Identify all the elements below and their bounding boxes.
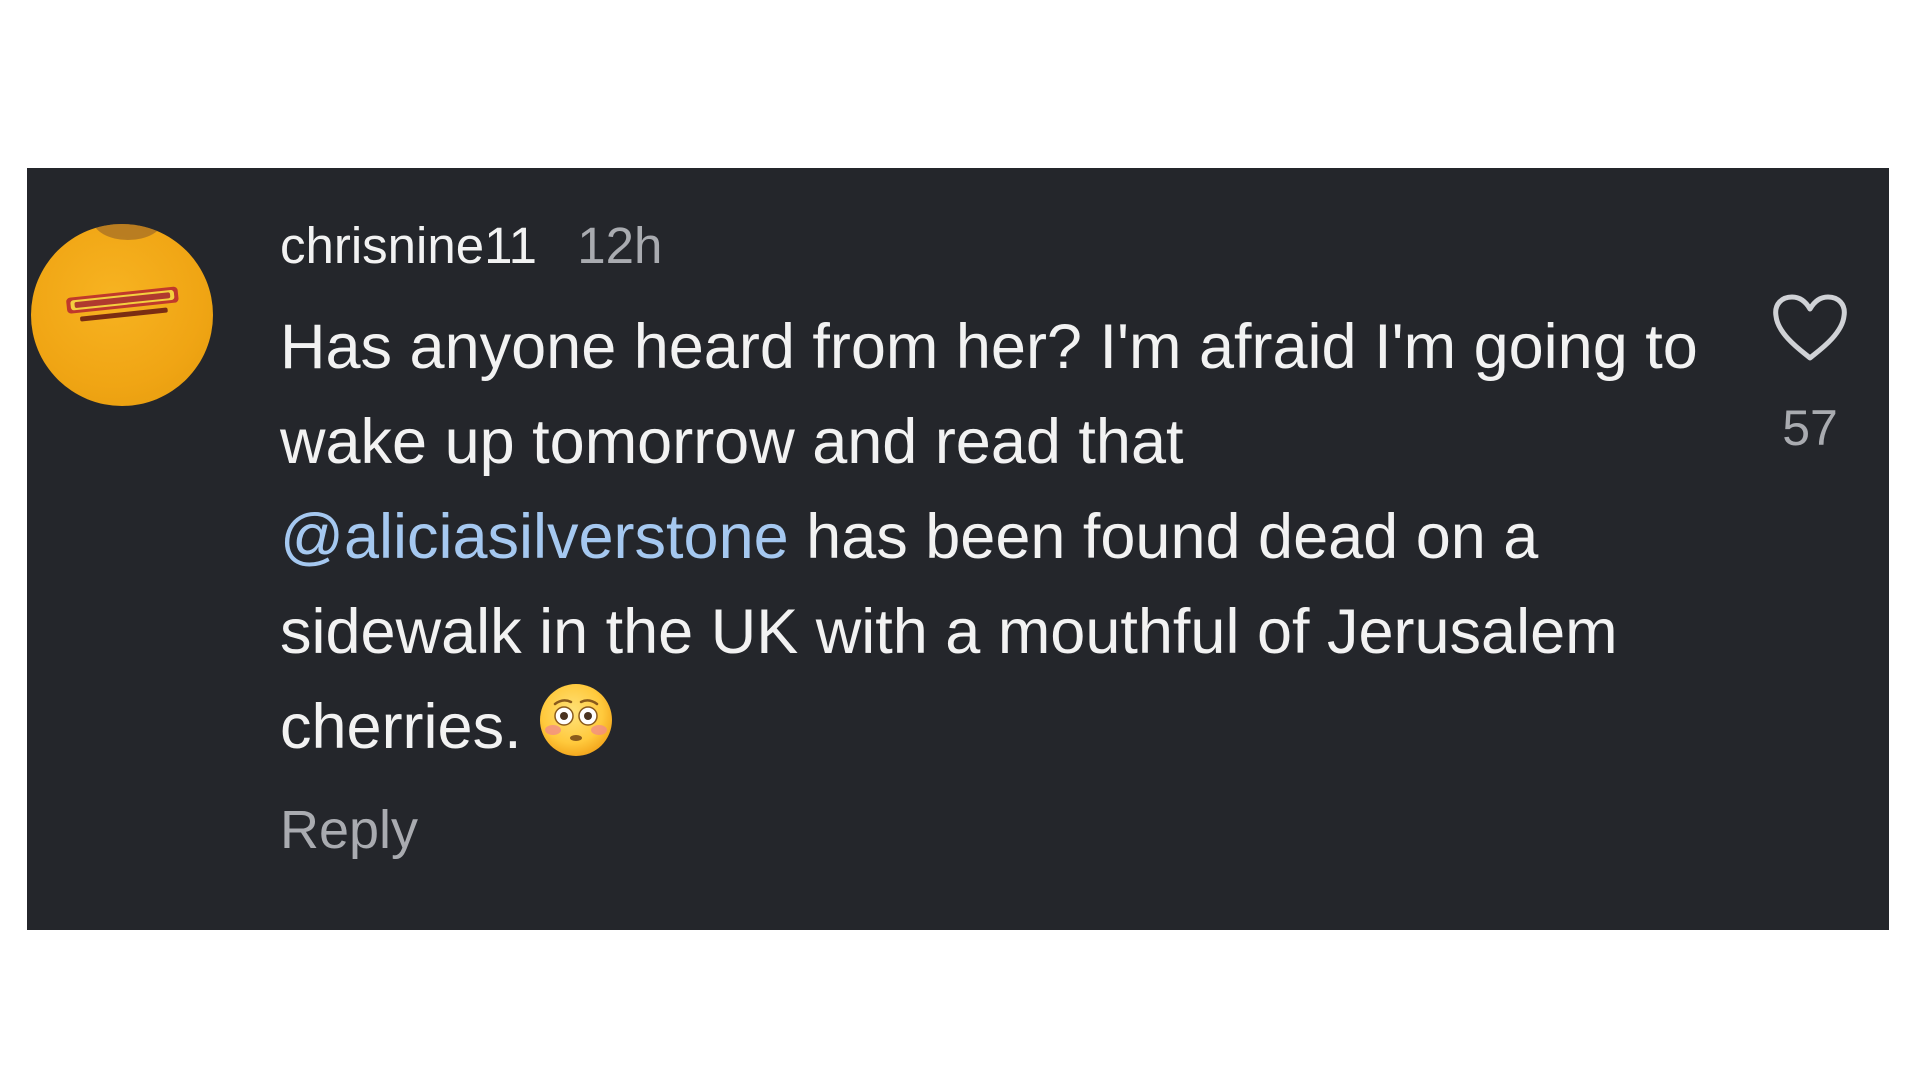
avatar-collar xyxy=(93,224,163,240)
mention-link[interactable]: @aliciasilverstone xyxy=(280,502,789,572)
heart-outline-icon[interactable] xyxy=(1770,292,1850,364)
user-avatar[interactable] xyxy=(31,224,213,406)
comment-timestamp: 12h xyxy=(577,217,663,274)
comment-text-before-mention: Has anyone heard from her? I'm afraid I'… xyxy=(280,312,1698,477)
avatar-shirt-print xyxy=(66,286,179,322)
username[interactable]: chrisnine11 xyxy=(280,217,537,274)
comment-text: Has anyone heard from her? I'm afraid I'… xyxy=(280,300,1700,775)
flushed-face-emoji-icon xyxy=(539,684,612,756)
comment-card: chrisnine11 12h Has anyone heard from he… xyxy=(27,168,1889,930)
reply-button[interactable]: Reply xyxy=(280,795,418,865)
like-button[interactable]: 57 xyxy=(1765,292,1855,458)
comment-meta: chrisnine11 12h xyxy=(280,214,1700,278)
like-count: 57 xyxy=(1782,400,1838,456)
comment-content: chrisnine11 12h Has anyone heard from he… xyxy=(280,214,1700,865)
